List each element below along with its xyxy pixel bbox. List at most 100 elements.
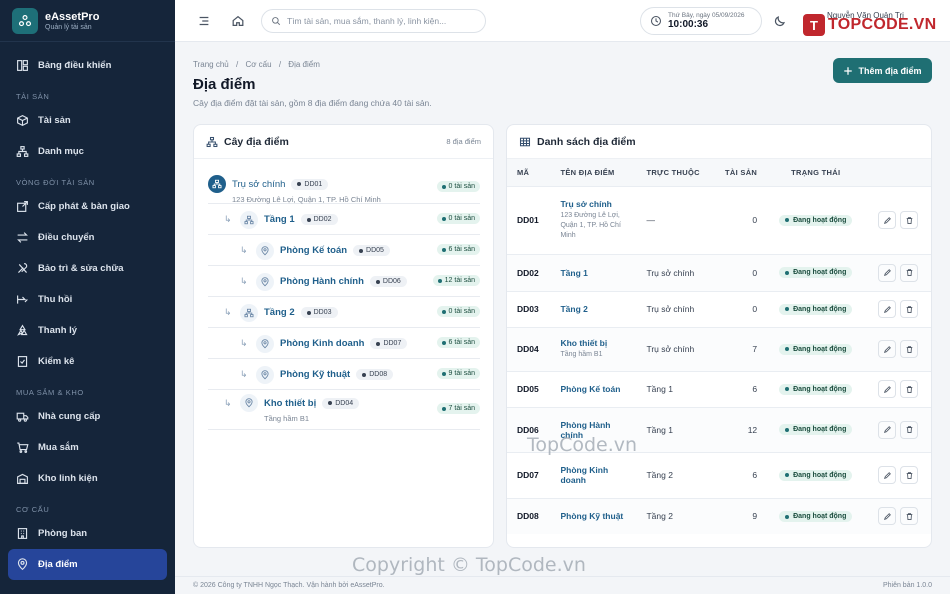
- breadcrumb-structure[interactable]: Cơ cấu: [245, 60, 271, 69]
- home-icon[interactable]: [231, 14, 245, 28]
- tree-node-name[interactable]: Tầng 1: [264, 214, 295, 225]
- location-name-link[interactable]: Trụ sở chính: [560, 199, 626, 209]
- tree-node-name[interactable]: Tầng 2: [264, 307, 295, 318]
- location-name-link[interactable]: Kho thiết bị: [560, 338, 626, 348]
- cell-actions: [864, 185, 931, 254]
- search-input[interactable]: Tìm tài sản, mua sắm, thanh lý, linh kiệ…: [261, 9, 486, 33]
- sidebar-item-warehouse[interactable]: Kho linh kiện: [0, 463, 175, 494]
- tree-node[interactable]: ↳ Phòng Kinh doanh DD07 6 tài sản: [208, 328, 480, 359]
- breadcrumb-home[interactable]: Trang chủ: [193, 60, 229, 69]
- cell-code: DD04: [507, 326, 551, 371]
- tree-node[interactable]: ↳ Phòng Kỹ thuật DD08 9 tài sản: [208, 359, 480, 390]
- cell-parent: Tầng 1: [636, 370, 713, 407]
- menu-toggle-icon[interactable]: [197, 14, 211, 28]
- brand[interactable]: eAssetPro Quản lý tài sản: [0, 0, 175, 42]
- cell-name[interactable]: Tầng 1: [550, 253, 637, 291]
- nav-section-label: MUA SẮM & KHO: [16, 388, 84, 397]
- edit-button[interactable]: [878, 300, 897, 318]
- edit-button[interactable]: [878, 211, 897, 229]
- table-row[interactable]: DD08 Phòng Kỹ thuật Tầng 2 9 Đang hoạt động: [507, 497, 931, 534]
- sidebar-item-return[interactable]: Thu hồi: [0, 284, 175, 315]
- cell-name[interactable]: Phòng Kỹ thuật: [550, 497, 637, 534]
- sidebar-item-recycle[interactable]: Thanh lý: [0, 315, 175, 346]
- delete-button[interactable]: [900, 263, 919, 282]
- tree-node[interactable]: ↳ Tầng 2 DD03 0 tài sản: [208, 297, 480, 328]
- cell-name[interactable]: Phòng Kinh doanh: [550, 451, 637, 498]
- tree-node-code: DD04: [322, 397, 360, 409]
- sidebar-item-tools[interactable]: Bảo trì & sửa chữa: [0, 253, 175, 284]
- sidebar-item-location[interactable]: Địa điểm: [8, 549, 167, 580]
- cell-parent: Trụ sở chính: [636, 290, 713, 327]
- cell-name[interactable]: Tầng 2: [550, 290, 637, 327]
- edit-button[interactable]: [878, 507, 897, 526]
- cell-status: Đang hoạt động: [767, 451, 865, 498]
- sidebar-item-truck[interactable]: Nhà cung cấp: [0, 401, 175, 432]
- edit-button[interactable]: [878, 340, 897, 358]
- tree-branch-arrow-icon: ↳: [240, 338, 248, 348]
- tree-node-code: DD07: [370, 338, 408, 349]
- trash-icon: [906, 269, 913, 277]
- sidebar-item-cart[interactable]: Mua sắm: [0, 432, 175, 463]
- footer-copyright: © 2026 Công ty TNHH Ngọc Thạch. Vận hành…: [193, 582, 385, 589]
- table-row[interactable]: DD04 Kho thiết bị Tầng hầm B1 Trụ sở chính 7…: [507, 326, 931, 371]
- tree-node-name[interactable]: Trụ sở chính: [232, 179, 285, 190]
- tree-node-address: 123 Đường Lê Lợi, Quận 1, TP. Hồ Chí Min…: [232, 195, 381, 204]
- table-row[interactable]: DD02 Tầng 1 Trụ sở chính 0 Đang hoạt động: [507, 253, 931, 291]
- tree-node[interactable]: ↳ Phòng Kế toán DD05 6 tài sản: [208, 235, 480, 266]
- add-location-button[interactable]: Thêm địa điểm: [833, 58, 932, 83]
- edit-button[interactable]: [878, 420, 897, 439]
- tree-node[interactable]: Trụ sở chính DD01 123 Đường Lê Lợi, Quận 1…: [208, 171, 480, 204]
- tree-node[interactable]: ↳ Kho thiết bị DD04 Tầng hầm B1 7 tài sản: [208, 390, 480, 430]
- tree-node-name[interactable]: Phòng Kinh doanh: [280, 338, 364, 349]
- sidebar-item-transfer[interactable]: Điều chuyển: [0, 222, 175, 253]
- delete-button[interactable]: [900, 507, 919, 526]
- tree-node-code: DD08: [356, 369, 394, 380]
- location-name-link[interactable]: Tầng 1: [560, 268, 626, 278]
- tree-node-name[interactable]: Phòng Hành chính: [280, 276, 364, 287]
- sidebar-item-checklist[interactable]: Kiểm kê: [0, 346, 175, 377]
- watermark-center: TopCode.vn: [527, 434, 638, 456]
- location-table-card: Danh sách địa điểm MÃ TÊN ĐỊA ĐIỂM TRỰC TH…: [506, 124, 932, 548]
- tree-node-name[interactable]: Phòng Kế toán: [280, 245, 347, 256]
- cell-name[interactable]: Trụ sở chính 123 Đường Lê Lợi, Quận 1, TP…: [550, 185, 637, 254]
- tree-node[interactable]: ↳ Tầng 1 DD02 0 tài sản: [208, 204, 480, 235]
- cell-name[interactable]: Kho thiết bị Tầng hầm B1: [550, 326, 637, 371]
- theme-toggle-icon[interactable]: [773, 14, 787, 28]
- sidebar-item-box[interactable]: Tài sản: [0, 105, 175, 136]
- location-name-link[interactable]: Phòng Kỹ thuật: [560, 511, 626, 521]
- edit-button[interactable]: [878, 263, 897, 282]
- tree-node[interactable]: ↳ Phòng Hành chính DD06 12 tài sản: [208, 266, 480, 297]
- cell-status: Đang hoạt động: [767, 326, 865, 371]
- edit-button[interactable]: [878, 466, 897, 484]
- table-row[interactable]: DD05 Phòng Kế toán Tầng 1 6 Đang hoạt động: [507, 370, 931, 407]
- delete-button[interactable]: [900, 466, 919, 484]
- trash-icon: [906, 385, 913, 393]
- clock-time: 10:00:36: [668, 19, 709, 30]
- user-menu[interactable]: Nguyễn Văn Quản Trị T TOPCODE.VN: [803, 9, 943, 36]
- cell-name[interactable]: Phòng Kế toán: [550, 370, 637, 407]
- delete-button[interactable]: [900, 300, 919, 318]
- edit-button[interactable]: [878, 380, 897, 398]
- handover-icon: [17, 201, 28, 212]
- table-row[interactable]: DD07 Phòng Kinh doanh Tầng 2 6 Đang hoạt độn…: [507, 451, 931, 498]
- sidebar-item-category[interactable]: Danh mục: [0, 136, 175, 167]
- tree-node-name[interactable]: Kho thiết bị: [264, 398, 316, 409]
- delete-button[interactable]: [900, 420, 919, 439]
- sidebar-item-handover[interactable]: Cấp phát & bàn giao: [0, 191, 175, 222]
- delete-button[interactable]: [900, 211, 919, 229]
- table-row[interactable]: DD01 Trụ sở chính 123 Đường Lê Lợi, Quận 1…: [507, 185, 931, 254]
- location-name-link[interactable]: Phòng Kinh doanh: [560, 465, 626, 485]
- sidebar-item-dashboard[interactable]: Bảng điều khiển: [0, 50, 175, 81]
- status-badge: Đang hoạt động: [779, 383, 853, 395]
- sidebar-item-building[interactable]: Phòng ban: [0, 518, 175, 549]
- table-row[interactable]: DD03 Tầng 2 Trụ sở chính 0 Đang hoạt động: [507, 290, 931, 327]
- location-name-link[interactable]: Tầng 2: [560, 304, 626, 314]
- cell-actions: [864, 406, 931, 452]
- column-header: TÊN ĐỊA ĐIỂM: [550, 159, 637, 186]
- delete-button[interactable]: [900, 380, 919, 398]
- sidebar-item-label: Điều chuyển: [38, 232, 95, 243]
- tree-node-name[interactable]: Phòng Kỹ thuật: [280, 369, 350, 380]
- location-name-link[interactable]: Phòng Kế toán: [560, 384, 626, 394]
- delete-button[interactable]: [900, 340, 919, 358]
- hierarchy-icon: [240, 303, 258, 322]
